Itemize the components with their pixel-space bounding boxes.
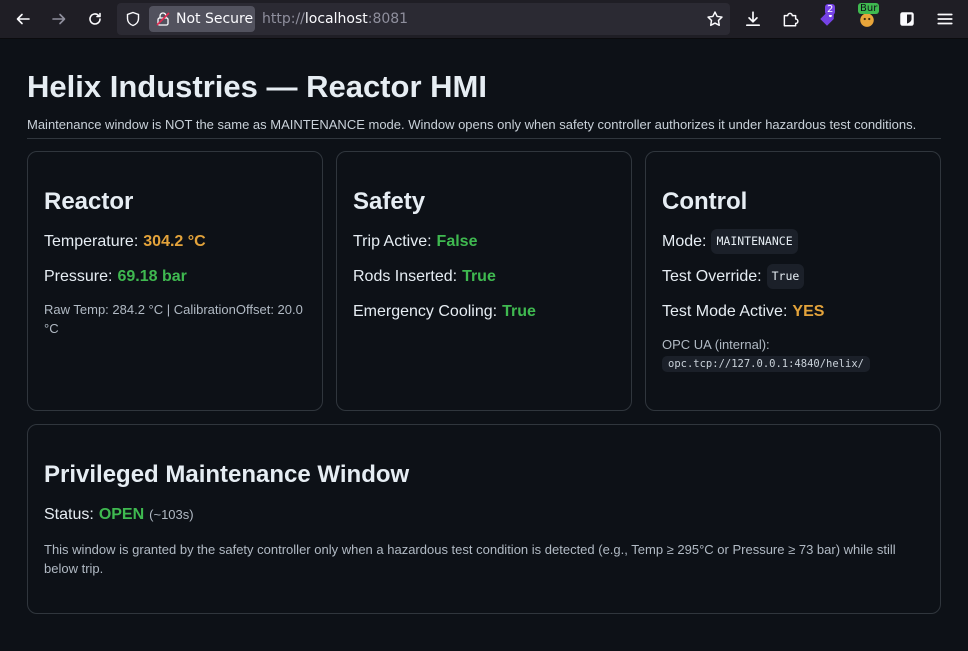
rods-value: True <box>462 268 496 285</box>
divider <box>27 138 941 139</box>
override-label: Test Override: <box>662 268 762 285</box>
raw-temp-note: Raw Temp: 284.2 °C | CalibrationOffset: … <box>44 302 303 336</box>
temperature-row: Temperature: 304.2 °C <box>44 232 306 251</box>
bitwarden-button[interactable] <box>897 9 917 29</box>
maintenance-window-card: Privileged Maintenance Window Status: OP… <box>27 424 941 614</box>
reactor-card: Reactor Temperature: 304.2 °C Pressure: … <box>27 151 323 411</box>
pressure-row: Pressure: 69.18 bar <box>44 267 306 286</box>
url-host: localhost <box>304 11 368 27</box>
opc-endpoint: opc.tcp://127.0.0.1:4840/helix/ <box>662 356 870 372</box>
maintenance-notice: Maintenance window is NOT the same as MA… <box>27 117 917 132</box>
reload-button[interactable] <box>81 6 109 32</box>
maintenance-description: This window is granted by the safety con… <box>44 542 896 576</box>
trip-value: False <box>436 233 478 250</box>
cooling-label: Emergency Cooling: <box>353 303 498 320</box>
safety-heading: Safety <box>353 188 426 215</box>
back-button[interactable] <box>9 6 37 32</box>
hamburger-menu-icon <box>937 13 953 25</box>
extensions-button[interactable] <box>780 9 800 29</box>
rods-label: Rods Inserted: <box>353 268 458 285</box>
test-mode-value: YES <box>792 303 825 320</box>
maintenance-status-row: Status: OPEN (~103s) <box>44 505 924 524</box>
burp-badge-label: Bur <box>858 3 880 14</box>
burp-extension-button[interactable]: Bur <box>857 3 880 29</box>
control-heading: Control <box>662 188 748 215</box>
trip-row: Trip Active: False <box>353 232 615 251</box>
page-content: Helix Industries — Reactor HMI Maintenan… <box>0 69 968 614</box>
reactor-heading: Reactor <box>44 188 134 215</box>
browser-toolbar: Not Secure http://localhost:8081 2 Bur <box>0 0 968 39</box>
override-row: Test Override: True <box>662 264 924 289</box>
tracking-shield-icon[interactable] <box>125 11 141 27</box>
pressure-label: Pressure: <box>44 268 113 285</box>
arrow-right-icon <box>52 13 66 25</box>
insecure-lock-icon <box>156 12 170 26</box>
status-label: Status: <box>44 506 94 523</box>
url-bar[interactable]: Not Secure http://localhost:8081 <box>117 3 730 35</box>
download-icon <box>745 11 761 27</box>
status-cards: Reactor Temperature: 304.2 °C Pressure: … <box>27 151 941 411</box>
extension-tag-button[interactable]: 2 <box>817 4 837 29</box>
trip-label: Trip Active: <box>353 233 432 250</box>
cooling-row: Emergency Cooling: True <box>353 302 615 321</box>
mode-row: Mode: MAINTENANCE <box>662 229 924 254</box>
extension-badge-count: 2 <box>825 4 836 15</box>
test-mode-label: Test Mode Active: <box>662 303 788 320</box>
status-timer: (~103s) <box>149 507 194 522</box>
url-scheme: http:// <box>262 11 305 27</box>
control-card: Control Mode: MAINTENANCE Test Override:… <box>645 151 941 411</box>
mode-label: Mode: <box>662 233 707 250</box>
shield-extension-icon <box>900 12 914 26</box>
page-title: Helix Industries — Reactor HMI <box>27 69 487 104</box>
test-mode-row: Test Mode Active: YES <box>662 302 924 321</box>
mode-value: MAINTENANCE <box>711 229 798 254</box>
temperature-label: Temperature: <box>44 233 139 250</box>
bookmark-star-icon[interactable] <box>706 10 724 28</box>
url-text[interactable]: http://localhost:8081 <box>262 11 408 27</box>
url-port: :8081 <box>367 11 409 27</box>
cooling-value: True <box>502 303 536 320</box>
security-indicator[interactable]: Not Secure <box>149 6 255 32</box>
override-value: True <box>766 264 805 289</box>
downloads-button[interactable] <box>743 9 763 29</box>
temperature-value: 304.2 °C <box>143 233 206 250</box>
arrow-left-icon <box>16 13 30 25</box>
forward-button[interactable] <box>45 6 73 32</box>
app-menu-button[interactable] <box>935 9 955 29</box>
safety-card: Safety Trip Active: False Rods Inserted:… <box>336 151 632 411</box>
opc-label: OPC UA (internal): <box>662 337 770 352</box>
status-value: OPEN <box>98 506 145 523</box>
maintenance-heading: Privileged Maintenance Window <box>44 461 410 488</box>
security-label: Not Secure <box>176 11 254 27</box>
rods-row: Rods Inserted: True <box>353 267 615 286</box>
puzzle-icon <box>783 12 799 27</box>
pressure-value: 69.18 bar <box>117 268 187 285</box>
reload-icon <box>89 12 101 25</box>
